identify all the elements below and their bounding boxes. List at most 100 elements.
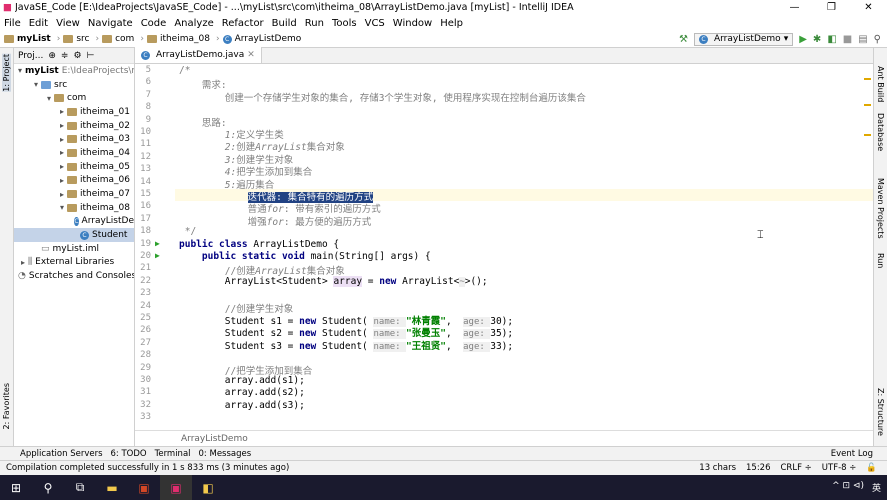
tree-item[interactable]: ▸ itheima_06 <box>14 174 134 188</box>
menu-refactor[interactable]: Refactor <box>218 18 268 29</box>
crumb-class[interactable]: ArrayListDemo <box>235 34 302 44</box>
menu-build[interactable]: Build <box>268 18 301 29</box>
build-hammer-icon[interactable]: ⚒ <box>679 34 688 45</box>
expand-arrow-icon[interactable]: ▸ <box>57 121 67 130</box>
crumb-package[interactable]: itheima_08 <box>160 34 210 44</box>
tree-item[interactable]: ▸ itheima_01 <box>14 105 134 119</box>
project-panel-title[interactable]: Proj... <box>18 51 43 61</box>
expand-arrow-icon[interactable]: ▾ <box>44 94 54 103</box>
tree-item[interactable]: C ArrayListDe <box>14 215 134 229</box>
close-button[interactable]: ✕ <box>850 2 887 13</box>
close-tab-icon[interactable]: ✕ <box>247 50 255 60</box>
menu-edit[interactable]: Edit <box>25 18 52 29</box>
crumb-src[interactable]: src <box>76 34 89 44</box>
code-line: Student s3 = new Student( name: "王祖贤", a… <box>179 340 514 352</box>
minimize-button[interactable]: — <box>776 2 813 13</box>
structure-tool-button[interactable]: Z: Structure <box>876 388 885 436</box>
hide-icon[interactable]: ⊢ <box>87 51 95 61</box>
ant-build-tool-button[interactable]: Ant Build <box>876 66 885 102</box>
run-icon[interactable]: ▶ <box>799 34 807 45</box>
tree-item[interactable]: ▾ com <box>14 91 134 105</box>
expand-arrow-icon[interactable]: ▸ <box>57 176 67 185</box>
maven-tool-button[interactable]: Maven Projects <box>876 178 885 239</box>
app-servers-tool-button[interactable]: Application Servers <box>20 449 103 459</box>
tree-item-label: Student <box>92 230 128 241</box>
tree-item[interactable]: ▸ ⫼ External Libraries <box>14 256 134 270</box>
menu-navigate[interactable]: Navigate <box>84 18 137 29</box>
tree-item[interactable]: ▸ itheima_07 <box>14 187 134 201</box>
code-view[interactable]: 5/* 6 需求: 7 创建一个存储学生对象的集合, 存储3个学生对象, 使用程序实… <box>135 64 873 430</box>
menu-view[interactable]: View <box>52 18 84 29</box>
expand-arrow-icon[interactable]: ▸ <box>57 107 67 116</box>
other-app-icon[interactable]: ◧ <box>192 475 224 500</box>
tree-item[interactable]: ▸ itheima_05 <box>14 160 134 174</box>
file-encoding[interactable]: UTF-8 ÷ <box>822 463 857 473</box>
tab-arraylistdemo[interactable]: C ArrayListDemo.java ✕ <box>135 47 262 63</box>
crumb-com[interactable]: com <box>115 34 134 44</box>
expand-arrow-icon[interactable]: ▸ <box>18 258 28 267</box>
menu-window[interactable]: Window <box>389 18 436 29</box>
tree-item[interactable]: ▾ itheima_08 <box>14 201 134 215</box>
menu-vcs[interactable]: VCS <box>361 18 389 29</box>
crumb-mylist[interactable]: myList <box>17 34 51 44</box>
tree-item[interactable]: ▾myListE:\IdeaProjects\myList <box>14 64 134 78</box>
project-tool-button[interactable]: 1: Project <box>2 54 11 92</box>
tree-item[interactable]: ▭ myList.iml <box>14 242 134 256</box>
tree-item[interactable]: ▸ itheima_04 <box>14 146 134 160</box>
expand-arrow-icon[interactable]: ▸ <box>57 135 67 144</box>
stop-icon[interactable]: ■ <box>843 34 852 45</box>
windows-start-icon[interactable]: ⊞ <box>0 475 32 500</box>
expand-arrow-icon[interactable]: ▸ <box>57 190 67 199</box>
editor-breadcrumb-label[interactable]: ArrayListDemo <box>181 434 248 444</box>
database-tool-button[interactable]: Database <box>876 113 885 151</box>
menu-analyze[interactable]: Analyze <box>170 18 217 29</box>
tray-icons[interactable]: ^ ⊡ ⊲) <box>832 481 864 494</box>
maximize-button[interactable]: ❐ <box>813 2 850 13</box>
coverage-icon[interactable]: ◧ <box>827 34 836 45</box>
event-log-button[interactable]: Event Log <box>831 449 873 459</box>
line-number: 30 <box>140 375 151 385</box>
input-language[interactable]: 英 <box>872 481 881 494</box>
intellij-icon[interactable]: ▣ <box>160 475 192 500</box>
lock-icon[interactable]: 🔓 <box>866 463 877 473</box>
error-stripe-mark[interactable] <box>864 134 871 136</box>
expand-arrow-icon[interactable]: ▾ <box>57 203 67 212</box>
favorites-tool-button[interactable]: 2: Favorites <box>2 383 11 429</box>
todo-tool-button[interactable]: 6: TODO <box>111 449 147 459</box>
gear-icon[interactable]: ⚙ <box>73 51 81 61</box>
run-gutter-icon[interactable]: ▶ <box>155 239 160 248</box>
menu-run[interactable]: Run <box>301 18 328 29</box>
menu-file[interactable]: File <box>0 18 25 29</box>
expand-arrow-icon[interactable]: ▸ <box>57 148 67 157</box>
expand-arrow-icon[interactable]: ▾ <box>31 80 41 89</box>
task-view-icon[interactable]: ⧉ <box>64 475 96 500</box>
messages-tool-button[interactable]: 0: Messages <box>199 449 252 459</box>
run-gutter-icon[interactable]: ▶ <box>155 251 160 260</box>
collapse-icon[interactable]: ≑ <box>61 51 69 61</box>
search-icon[interactable]: ⚲ <box>32 475 64 500</box>
caret-position[interactable]: 15:26 <box>746 463 771 473</box>
debug-icon[interactable]: ✱ <box>813 34 821 45</box>
menu-help[interactable]: Help <box>436 18 467 29</box>
expand-arrow-icon[interactable]: ▾ <box>18 66 22 75</box>
tree-item[interactable]: ▸ itheima_02 <box>14 119 134 133</box>
tree-item[interactable]: ◔ Scratches and Consoles <box>14 269 134 283</box>
menu-tools[interactable]: Tools <box>328 18 361 29</box>
run-tool-button[interactable]: Run <box>876 253 885 268</box>
code-line: 增强for: 最方便的遍历方式 <box>179 216 372 228</box>
error-stripe-mark[interactable] <box>864 104 871 106</box>
expand-arrow-icon[interactable]: ▸ <box>57 162 67 171</box>
run-config-select[interactable]: C ArrayListDemo ▾ <box>693 32 794 46</box>
line-separator[interactable]: CRLF ÷ <box>781 463 812 473</box>
tree-item[interactable]: ▾ src <box>14 78 134 92</box>
tree-item[interactable]: C Student <box>14 228 134 242</box>
powerpoint-icon[interactable]: ▣ <box>128 475 160 500</box>
tree-item[interactable]: ▸ itheima_03 <box>14 132 134 146</box>
sync-icon[interactable]: ⊕ <box>48 51 56 61</box>
search-everywhere-icon[interactable]: ⚲ <box>874 34 881 45</box>
error-stripe-mark[interactable] <box>864 78 871 80</box>
project-structure-icon[interactable]: ▤ <box>858 34 867 45</box>
terminal-tool-button[interactable]: Terminal <box>155 449 191 459</box>
file-explorer-icon[interactable]: ▬ <box>96 475 128 500</box>
menu-code[interactable]: Code <box>137 18 171 29</box>
